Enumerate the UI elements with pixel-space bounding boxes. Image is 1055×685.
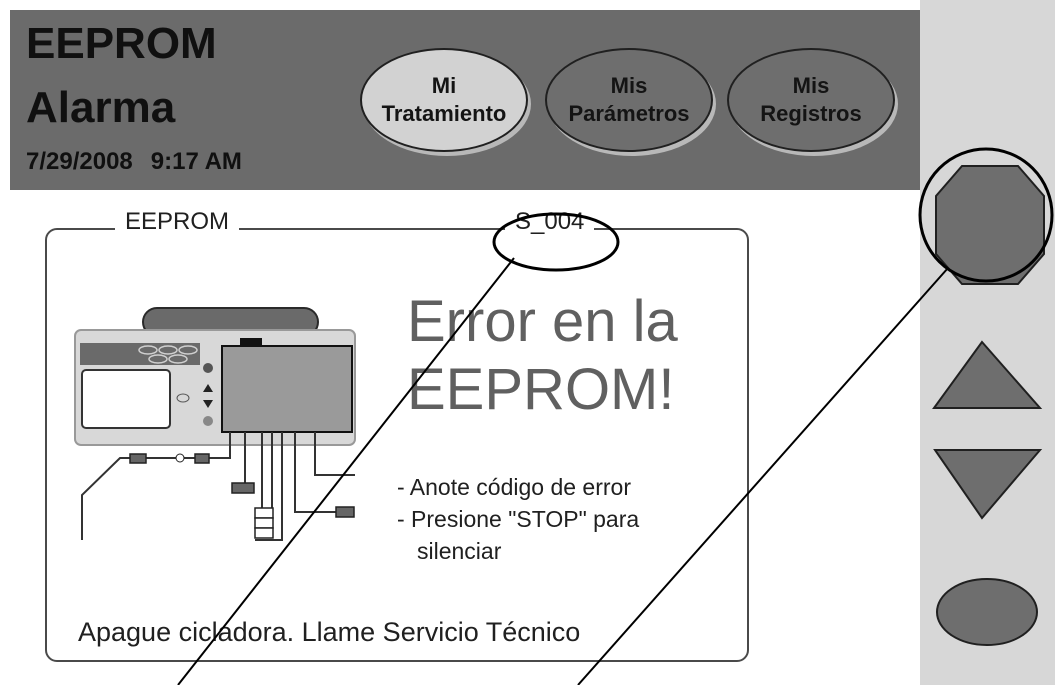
cassette-shape bbox=[221, 345, 353, 433]
cycler-led-shape bbox=[203, 363, 213, 373]
cycler-handle-shape bbox=[240, 338, 262, 346]
tubing-lines bbox=[81, 432, 355, 541]
cycler-led2-shape bbox=[203, 416, 213, 426]
octagon-stop-icon[interactable] bbox=[935, 165, 1045, 285]
oval-enter-icon[interactable] bbox=[936, 578, 1038, 646]
tube-clamp-shape bbox=[175, 453, 185, 463]
cycler-screen: EEPROM Alarma 7/29/2008 9:17 AM Mi Tratami… bbox=[0, 0, 1055, 685]
cycler-diagram bbox=[74, 307, 356, 541]
cycler-screen-shape bbox=[81, 369, 171, 429]
tube-connectors bbox=[129, 453, 355, 539]
